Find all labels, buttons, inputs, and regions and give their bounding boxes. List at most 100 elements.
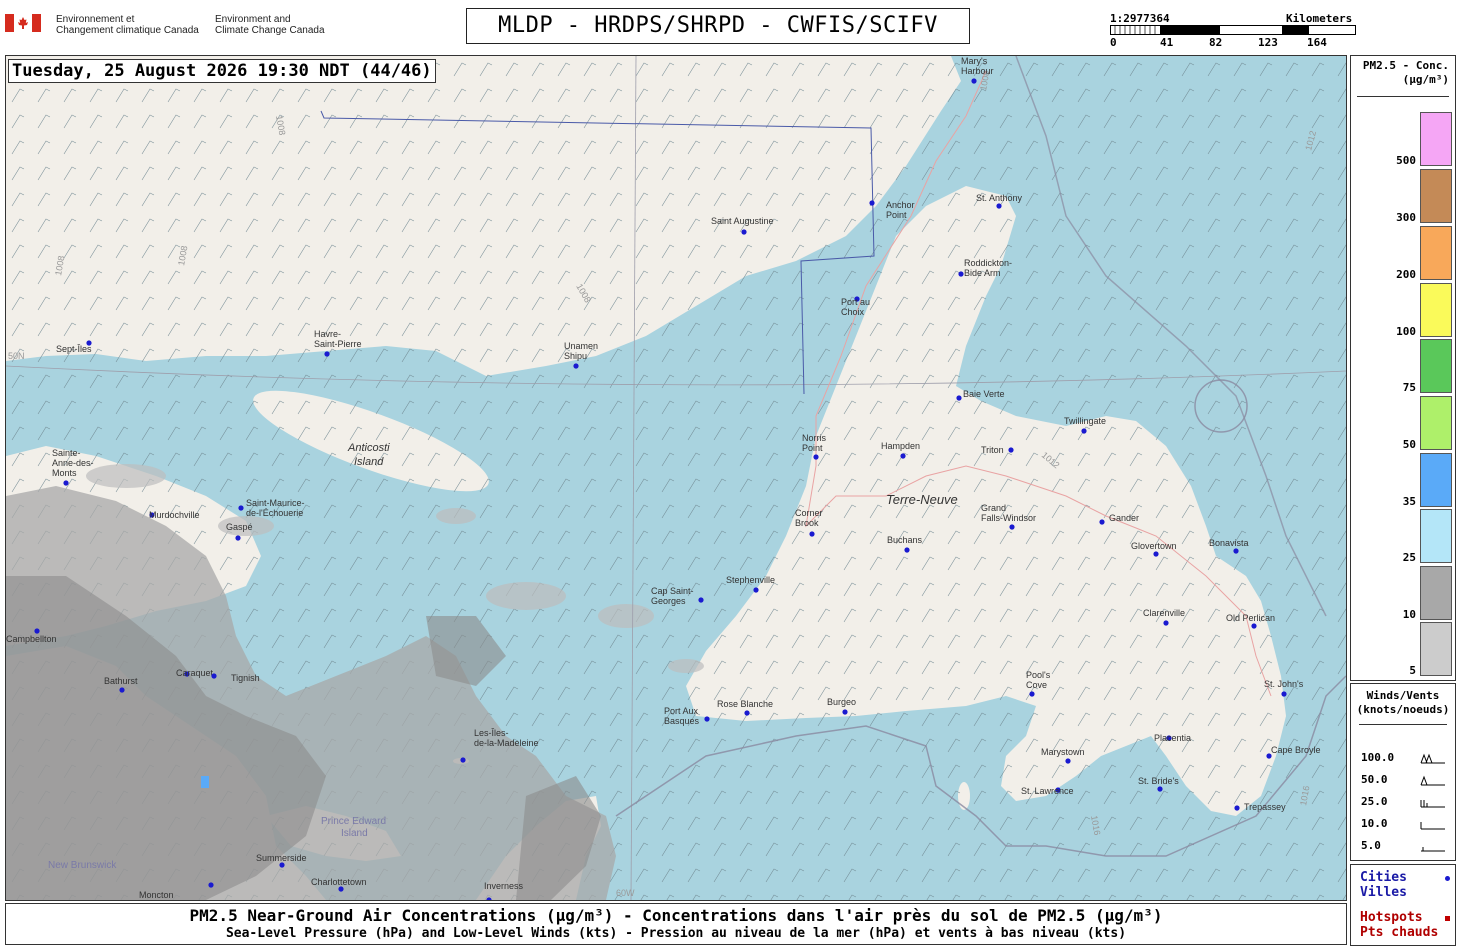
- city-marker[interactable]: [958, 271, 964, 277]
- legend-level-label: 5: [1409, 664, 1416, 677]
- city-marker[interactable]: [573, 363, 579, 369]
- city-marker[interactable]: [809, 531, 815, 537]
- city-marker[interactable]: [1157, 786, 1163, 792]
- city-marker[interactable]: [1065, 758, 1071, 764]
- city-label: Unamen: [564, 341, 598, 351]
- wind-speed-label: 10.0: [1361, 817, 1388, 830]
- city-label: Tignish: [231, 673, 260, 683]
- city-label: Gaspé: [226, 522, 253, 532]
- city-label: Basques: [664, 716, 700, 726]
- city-label: Brook: [795, 518, 819, 528]
- markers-legend: Cities Villes Hotspots Pts chauds: [1350, 864, 1456, 946]
- city-marker[interactable]: [956, 395, 962, 401]
- city-label: Glovertown: [1131, 541, 1177, 551]
- city-label: Cap Saint-: [651, 586, 694, 596]
- map-canvas[interactable]: 50N 60W 1008 1008 1008 1008 1008 1012 10…: [5, 55, 1347, 901]
- city-marker[interactable]: [338, 886, 344, 892]
- city-marker[interactable]: [842, 709, 848, 715]
- city-label: Port au: [841, 297, 870, 307]
- city-marker[interactable]: [1163, 620, 1169, 626]
- city-label: de-la-Madeleine: [474, 738, 539, 748]
- city-marker[interactable]: [1099, 519, 1105, 525]
- city-marker[interactable]: [238, 505, 244, 511]
- city-marker[interactable]: [813, 454, 819, 460]
- city-label: Cove: [1026, 680, 1047, 690]
- wind-speed-label: 5.0: [1361, 839, 1381, 852]
- legend-swatch: [1420, 566, 1452, 620]
- city-label: Moncton: [139, 890, 174, 900]
- agency-name-fr: Environnement et Changement climatique Ca…: [56, 14, 199, 36]
- city-marker[interactable]: [63, 480, 69, 486]
- city-label: Bonavista: [1209, 538, 1249, 548]
- city-marker[interactable]: [744, 710, 750, 716]
- city-marker[interactable]: [1281, 691, 1287, 697]
- city-marker[interactable]: [1029, 691, 1035, 697]
- city-label: Hampden: [881, 441, 920, 451]
- pm25-hotcell: [201, 776, 209, 788]
- legend-level-label: 35: [1402, 495, 1416, 508]
- city-label: Triton: [981, 445, 1004, 455]
- city-marker[interactable]: [34, 628, 40, 634]
- city-marker[interactable]: [211, 673, 217, 679]
- city-marker[interactable]: [1008, 447, 1014, 453]
- city-label: Sainte-: [52, 448, 81, 458]
- city-label: Georges: [651, 596, 686, 606]
- city-marker[interactable]: [1153, 551, 1159, 557]
- region-label-nb: New Brunswick: [48, 860, 117, 871]
- city-label: Buchans: [887, 535, 923, 545]
- winds-legend-divider: [1359, 724, 1447, 725]
- city-marker[interactable]: [235, 535, 241, 541]
- city-label: Baie Verte: [963, 389, 1005, 399]
- wind-barb-5-icon: [1421, 847, 1445, 852]
- legend-swatch: [1420, 622, 1452, 676]
- legend-level-label: 75: [1402, 381, 1416, 394]
- map-svg: 50N 60W 1008 1008 1008 1008 1008 1012 10…: [6, 56, 1346, 900]
- city-label: Choix: [841, 307, 865, 317]
- city-marker[interactable]: [1251, 623, 1257, 629]
- city-marker[interactable]: [753, 587, 759, 593]
- city-label: Point: [886, 210, 907, 220]
- scale-ratio: 1:2977364: [1110, 12, 1170, 25]
- city-marker[interactable]: [869, 200, 875, 206]
- city-label: Saint-Pierre: [314, 339, 362, 349]
- city-label: Port Aux: [664, 706, 699, 716]
- legend-level-label: 300: [1396, 211, 1416, 224]
- scale-tick: 0: [1110, 36, 1117, 49]
- city-label: Pool's: [1026, 670, 1051, 680]
- city-marker[interactable]: [1234, 805, 1240, 811]
- city-marker[interactable]: [1233, 548, 1239, 554]
- city-label: Saint-Maurice-: [246, 498, 305, 508]
- city-label: Shipu: [564, 351, 587, 361]
- city-marker[interactable]: [741, 229, 747, 235]
- city-marker[interactable]: [904, 547, 910, 553]
- city-label: Caraquet: [176, 668, 214, 678]
- pts-chauds-label: Pts chauds: [1360, 925, 1439, 940]
- wind-speed-label: 100.0: [1361, 751, 1395, 764]
- city-marker[interactable]: [119, 687, 125, 693]
- city-label: Harbour: [961, 66, 994, 76]
- city-label: St. Lawrence: [1021, 786, 1074, 796]
- scale-tick: 123: [1258, 36, 1278, 49]
- city-label: Stephenville: [726, 575, 775, 585]
- city-marker[interactable]: [324, 351, 330, 357]
- wind-speed-label: 50.0: [1361, 773, 1388, 786]
- city-marker[interactable]: [208, 882, 214, 888]
- city-marker[interactable]: [704, 716, 710, 722]
- city-label: de-l'Échouerie: [246, 508, 303, 518]
- city-marker[interactable]: [698, 597, 704, 603]
- city-label: Inverness: [484, 881, 524, 891]
- city-marker[interactable]: [996, 203, 1002, 209]
- city-marker[interactable]: [971, 78, 977, 84]
- city-marker[interactable]: [279, 862, 285, 868]
- city-marker[interactable]: [1009, 524, 1015, 530]
- city-label: Trepassey: [1244, 802, 1286, 812]
- region-label-anticosti: Island: [354, 456, 384, 468]
- city-label: Corner: [795, 508, 823, 518]
- city-marker[interactable]: [460, 757, 466, 763]
- city-marker[interactable]: [1081, 428, 1087, 434]
- legend-swatch: [1420, 112, 1452, 166]
- city-label: St. Anthony: [976, 193, 1023, 203]
- city-label: Bide Arm: [964, 268, 1001, 278]
- city-label: Saint Augustine: [711, 216, 774, 226]
- city-marker[interactable]: [900, 453, 906, 459]
